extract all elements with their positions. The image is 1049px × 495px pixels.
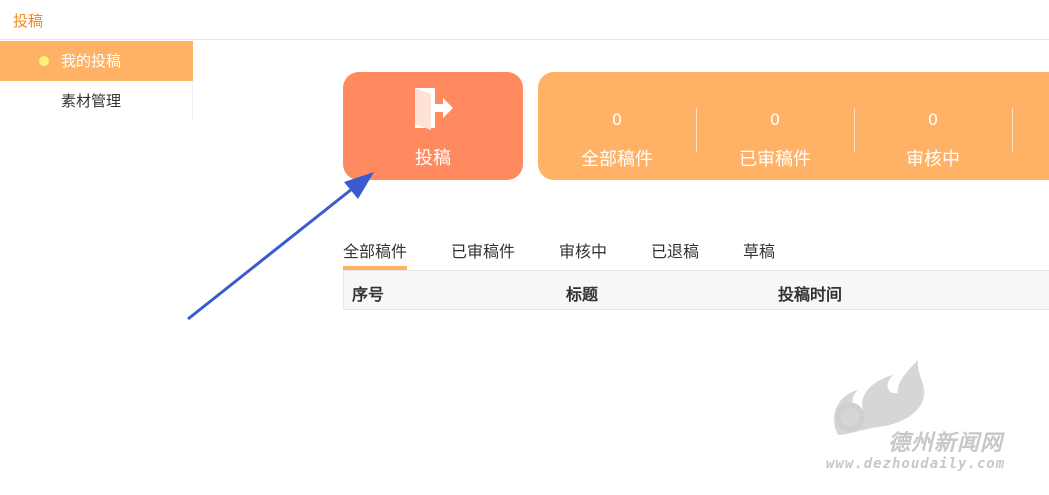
column-header-index: 序号 <box>352 285 385 304</box>
stat-value: 0 <box>611 110 623 129</box>
stats-panel: 0 全部稿件 0 已审稿件 0 审核中 <box>538 72 1049 180</box>
tab-reviewing[interactable]: 审核中 <box>559 238 607 270</box>
stat-value: 0 <box>927 110 939 129</box>
watermark-logo: 德州新闻网 www.dezhoudaily.com <box>818 355 1038 480</box>
sidebar: 我的投稿 素材管理 <box>0 41 193 121</box>
active-dot-icon <box>39 56 49 66</box>
stat-value: 0 <box>769 110 781 129</box>
tab-all[interactable]: 全部稿件 <box>343 238 408 270</box>
stat-divider <box>1012 108 1013 152</box>
tab-approved[interactable]: 已审稿件 <box>451 238 515 270</box>
sidebar-item-label: 素材管理 <box>61 92 122 110</box>
submit-button[interactable]: 投稿 <box>343 72 523 180</box>
page-title: 投稿 <box>13 12 44 30</box>
tab-rejected[interactable]: 已退稿 <box>651 238 699 270</box>
stat-approved[interactable]: 0 已审稿件 <box>696 72 854 180</box>
stat-label: 全部稿件 <box>581 149 653 170</box>
top-bar: 投稿 <box>0 0 1049 40</box>
stat-reviewing[interactable]: 0 审核中 <box>854 72 1012 180</box>
stat-all[interactable]: 0 全部稿件 <box>538 72 696 180</box>
stat-label: 审核中 <box>906 149 960 170</box>
stat-label: 已审稿件 <box>739 149 811 170</box>
watermark-url: www.dezhoudaily.com <box>826 456 1006 472</box>
tab-drafts[interactable]: 草稿 <box>743 238 775 270</box>
sidebar-item-label: 我的投稿 <box>61 52 122 70</box>
watermark-title: 德州新闻网 <box>888 431 1004 456</box>
submit-button-label: 投稿 <box>415 148 451 169</box>
column-header-submit-time: 投稿时间 <box>778 285 843 304</box>
column-header-title: 标题 <box>566 285 599 304</box>
table-header: 序号 标题 投稿时间 <box>343 270 1049 310</box>
door-exit-icon <box>415 88 453 130</box>
sidebar-item-materials[interactable]: 素材管理 <box>0 81 193 121</box>
sidebar-item-my-submissions[interactable]: 我的投稿 <box>0 41 193 81</box>
